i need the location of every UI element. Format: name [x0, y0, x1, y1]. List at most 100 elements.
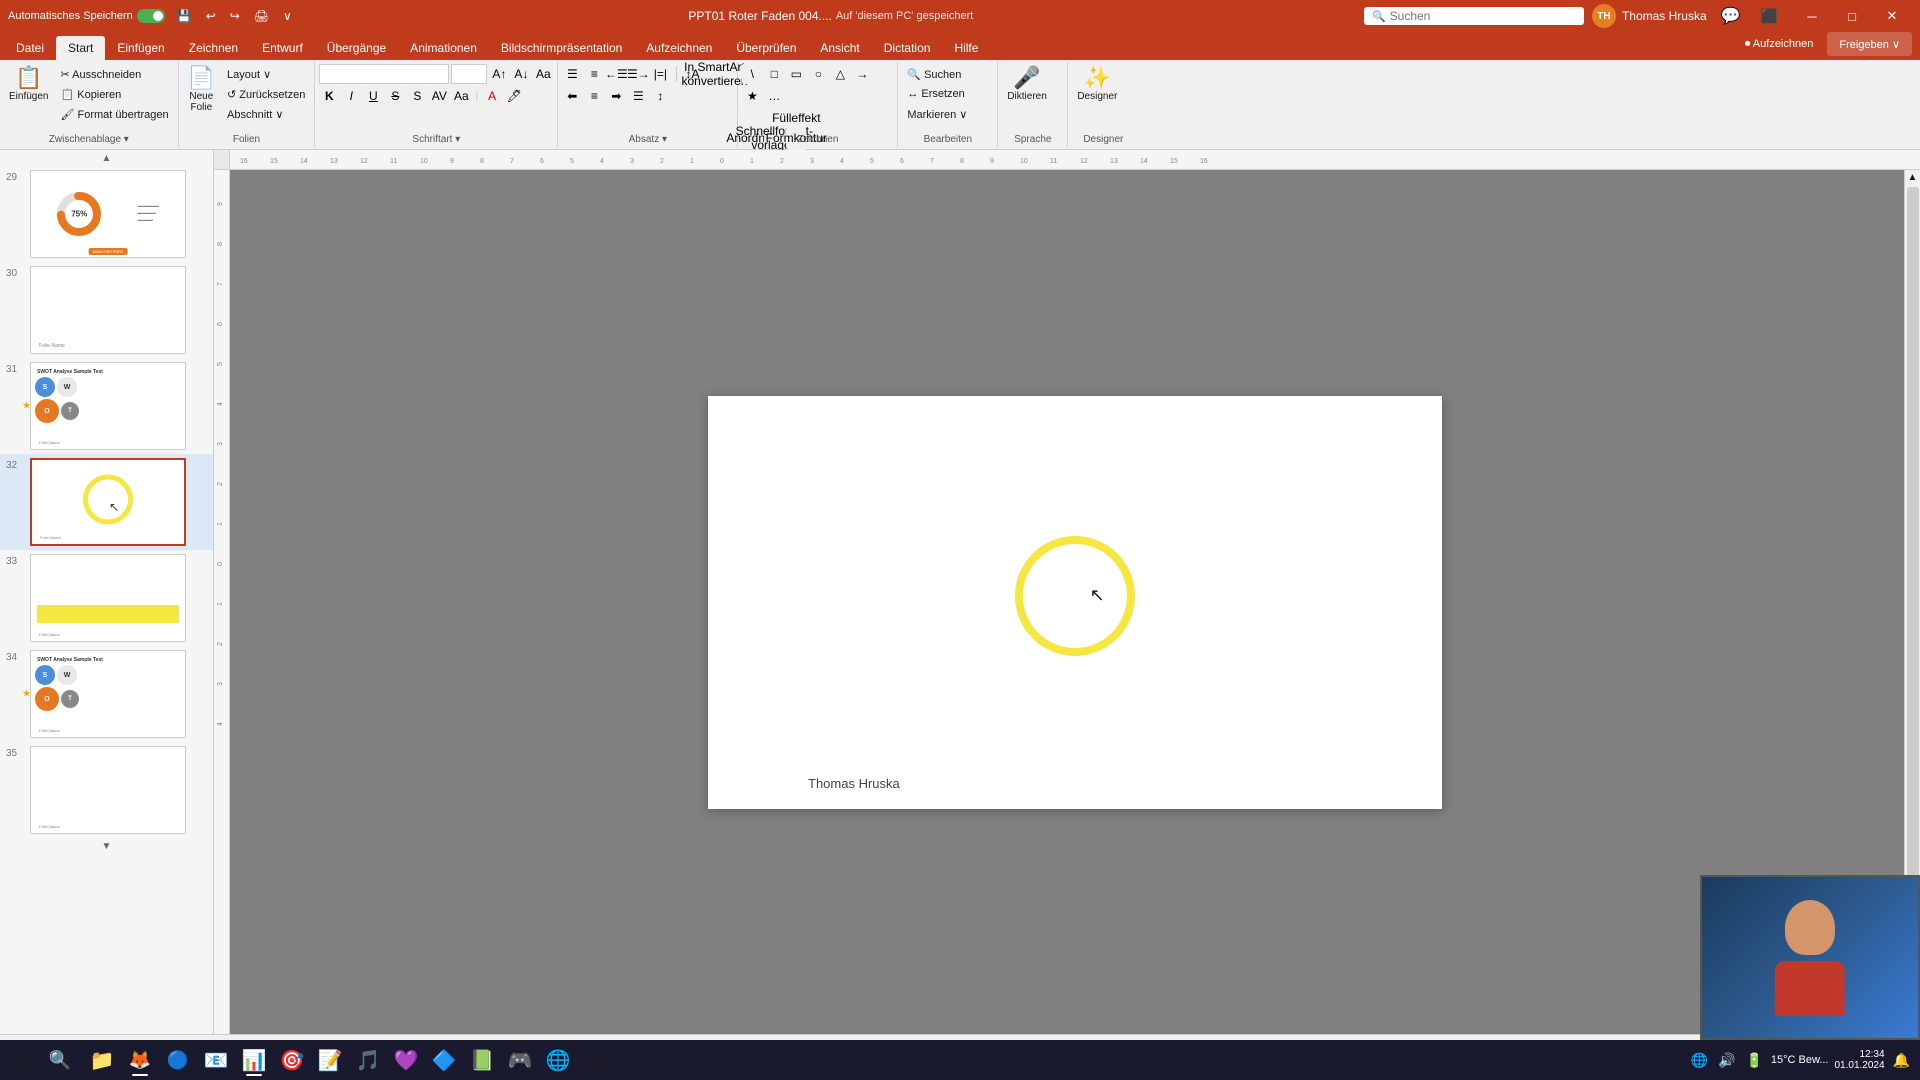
text-case-button[interactable]: Aa — [451, 86, 471, 106]
slide-item-29[interactable]: 29 75% ━━━━━━━ ━━━━━━ ━━━━━ — [0, 166, 213, 262]
slide-item-35[interactable]: 35 Folie-Name — [0, 742, 213, 838]
bold-button[interactable]: K — [319, 86, 339, 106]
qa-dropdown[interactable]: ∨ — [277, 7, 298, 25]
slide-item-34[interactable]: 34 ★ SWOT Analyse Sample Text S W O T Fo… — [0, 646, 213, 742]
section-button[interactable]: Abschnitt ∨ — [222, 104, 310, 124]
scroll-down-button[interactable]: ▼ — [0, 838, 213, 854]
search-input[interactable] — [1390, 9, 1550, 23]
shape-rounded-rect[interactable]: ▭ — [786, 64, 806, 84]
layout-button[interactable]: Layout ∨ — [222, 64, 310, 84]
smart-art-button[interactable]: In SmartArt konvertieren — [704, 64, 724, 84]
slide-item-32[interactable]: 32 Folie-Name ↖ — [0, 454, 213, 550]
close-button[interactable]: ✕ — [1872, 0, 1912, 32]
tab-ansicht[interactable]: Ansicht — [808, 36, 871, 60]
tab-einfuegen[interactable]: Einfügen — [105, 36, 176, 60]
network-icon[interactable]: 🌐 — [1689, 1050, 1710, 1071]
slide-item-30[interactable]: 30 Folie-Name — [0, 262, 213, 358]
find-button[interactable]: 🔍 Suchen — [902, 64, 972, 84]
reset-button[interactable]: ↺ Zurücksetzen — [222, 84, 310, 104]
copy-button[interactable]: 📋 Kopieren — [55, 84, 173, 104]
shadow-button[interactable]: S — [407, 86, 427, 106]
italic-button[interactable]: I — [341, 86, 361, 106]
dictate-button[interactable]: 🎤 Diktieren — [1002, 64, 1051, 124]
shape-right-arrow[interactable]: → — [852, 64, 872, 84]
shape-star[interactable]: ★ — [742, 86, 762, 106]
tab-dictation[interactable]: Dictation — [872, 36, 943, 60]
tab-hilfe[interactable]: Hilfe — [942, 36, 990, 60]
taskbar-app2[interactable]: 📝 — [312, 1042, 348, 1078]
list-bullet-button[interactable]: ☰ — [562, 64, 582, 84]
font-color-button[interactable]: A — [482, 86, 502, 106]
maximize-button[interactable]: □ — [1832, 0, 1872, 32]
comments-button[interactable]: 💬 — [1715, 4, 1747, 28]
datetime[interactable]: 12:34 01.01.2024 — [1835, 1049, 1885, 1071]
tab-datei[interactable]: Datei — [4, 36, 56, 60]
line-spacing-button[interactable]: ↕ — [650, 86, 670, 106]
indent-left-button[interactable]: ←☰ — [606, 64, 626, 84]
present-button[interactable]: ⬛ — [1755, 6, 1784, 27]
taskbar-app9[interactable]: ⚙ — [578, 1042, 614, 1078]
slide-canvas-area[interactable]: ↖ Thomas Hruska ▲ ▼ □ — [230, 170, 1920, 1034]
taskbar-app8[interactable]: 🌐 — [540, 1042, 576, 1078]
shape-oval[interactable]: ○ — [808, 64, 828, 84]
taskbar-explorer[interactable]: 📁 — [84, 1042, 120, 1078]
select-button[interactable]: Markieren ∨ — [902, 104, 972, 124]
align-center-button[interactable]: ≡ — [584, 86, 604, 106]
minimize-button[interactable]: ─ — [1792, 0, 1832, 32]
indent-right-button[interactable]: ☰→ — [628, 64, 648, 84]
slides-panel[interactable]: ▲ 29 75% ━━━━━━━ ━━━━━━ ━━━━━ — [0, 150, 214, 1034]
char-spacing-button[interactable]: AV — [429, 86, 449, 106]
tab-aufzeichnen-right[interactable]: ⏺ Aufzeichnen — [1733, 32, 1826, 56]
taskbar-app1[interactable]: 🎯 — [274, 1042, 310, 1078]
scroll-up-btn[interactable]: ▲ — [1906, 170, 1920, 185]
cut-button[interactable]: ✂ Ausschneiden — [55, 64, 173, 84]
tab-freigeben[interactable]: Freigeben ∨ — [1827, 32, 1912, 56]
slide-item-33[interactable]: 33 Folie-Name — [0, 550, 213, 646]
start-button[interactable]: ⊞ — [0, 1040, 40, 1080]
replace-button[interactable]: ↔ Ersetzen — [902, 84, 972, 104]
volume-icon[interactable]: 🔊 — [1716, 1050, 1737, 1071]
autosave-switch[interactable] — [137, 9, 165, 23]
tab-aufzeichnen[interactable]: Aufzeichnen — [634, 36, 724, 60]
col-button[interactable]: |=| — [650, 64, 670, 84]
strikethrough-button[interactable]: S — [385, 86, 405, 106]
tab-animationen[interactable]: Animationen — [398, 36, 489, 60]
font-increase-button[interactable]: A↑ — [489, 64, 509, 84]
tab-zeichnen[interactable]: Zeichnen — [177, 36, 250, 60]
format-button[interactable]: 🖌 Format übertragen — [55, 104, 173, 124]
tab-entwurf[interactable]: Entwurf — [250, 36, 315, 60]
highlight-button[interactable]: 🖊 — [504, 86, 524, 106]
search-taskbar-button[interactable]: 🔍 — [40, 1040, 80, 1080]
taskbar-chrome[interactable]: 🔵 — [160, 1042, 196, 1078]
shape-line[interactable]: \ — [742, 64, 762, 84]
search-bar[interactable]: 🔍 — [1364, 7, 1584, 25]
print-button[interactable]: 🖨 — [248, 7, 275, 25]
scroll-up-button[interactable]: ▲ — [0, 150, 213, 166]
taskbar-app5[interactable]: 🔷 — [426, 1042, 462, 1078]
taskbar-firefox[interactable]: 🦊 — [122, 1042, 158, 1078]
notification-icon[interactable]: 🔔 — [1891, 1050, 1912, 1071]
slide-item-31[interactable]: 31 ★ SWOT Analyse Sample Text S W O T Fo… — [0, 358, 213, 454]
taskbar-app3[interactable]: 🎵 — [350, 1042, 386, 1078]
tab-uebergaenge[interactable]: Übergänge — [315, 36, 398, 60]
taskbar-app7[interactable]: 🎮 — [502, 1042, 538, 1078]
taskbar-outlook[interactable]: 📧 — [198, 1042, 234, 1078]
tab-bildschirm[interactable]: Bildschirmpräsentation — [489, 36, 634, 60]
shape-triangle[interactable]: △ — [830, 64, 850, 84]
new-slide-button[interactable]: 📄 NeueFolie — [183, 64, 220, 124]
redo-button[interactable]: ↪ — [224, 7, 246, 25]
shape-rect[interactable]: □ — [764, 64, 784, 84]
tab-ueberpruefen[interactable]: Überprüfen — [724, 36, 808, 60]
font-size-input[interactable] — [451, 64, 487, 84]
taskbar-app4[interactable]: 💜 — [388, 1042, 424, 1078]
align-right-button[interactable]: ➡ — [606, 86, 626, 106]
list-number-button[interactable]: ≡ — [584, 64, 604, 84]
designer-button[interactable]: ✨ Designer — [1072, 64, 1122, 124]
tab-start[interactable]: Start — [56, 36, 105, 60]
underline-button[interactable]: U — [363, 86, 383, 106]
autosave-toggle[interactable]: Automatisches Speichern — [8, 9, 165, 23]
font-decrease-button[interactable]: A↓ — [511, 64, 531, 84]
align-justify-button[interactable]: ☰ — [628, 86, 648, 106]
paste-button[interactable]: 📋 Einfügen — [4, 64, 53, 124]
undo-button[interactable]: ↩ — [200, 7, 222, 25]
